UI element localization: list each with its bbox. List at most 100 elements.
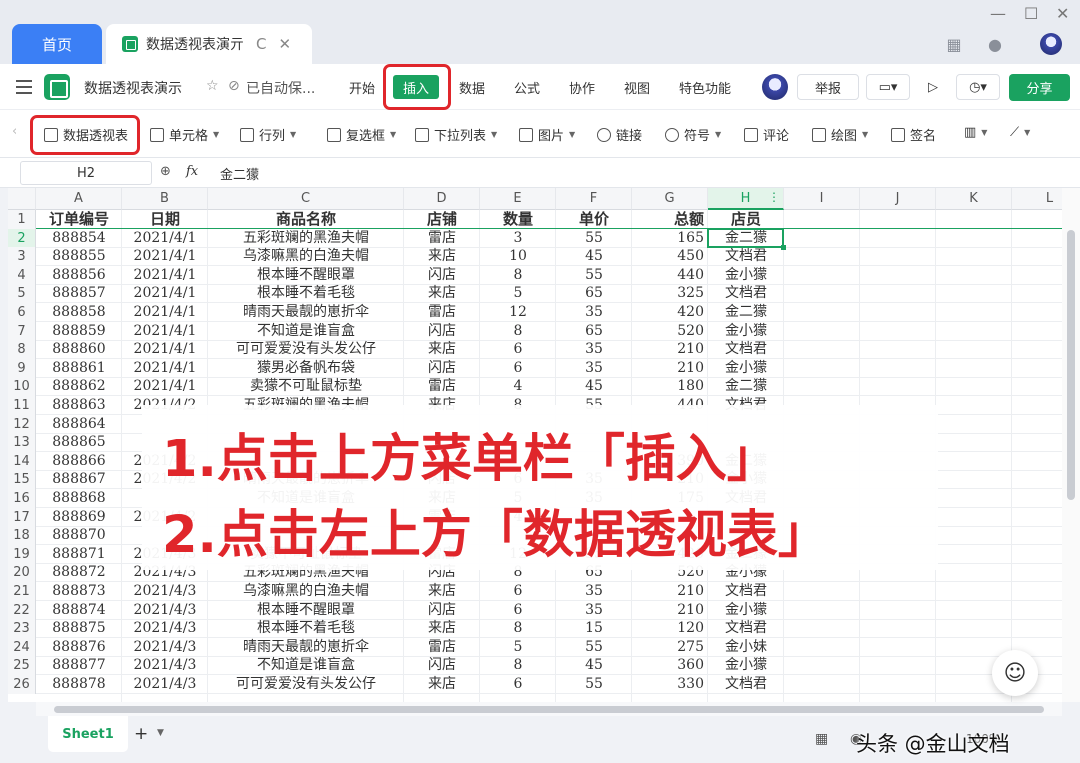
row-header[interactable]: 13 — [8, 433, 36, 453]
draw-button[interactable]: 绘图 ▼ — [812, 125, 868, 144]
table-cell[interactable]: 888874 — [36, 601, 122, 620]
table-cell[interactable]: 2021/4/1 — [122, 303, 208, 322]
table-cell[interactable]: 獴男必备帆布袋 — [208, 359, 404, 378]
star-icon[interactable]: ☆ — [206, 78, 219, 94]
table-cell[interactable]: 6 — [480, 359, 556, 378]
vertical-scrollbar[interactable] — [1062, 188, 1080, 702]
collaborator-avatar[interactable] — [762, 74, 788, 100]
table-cell[interactable]: 10 — [480, 247, 556, 266]
table-cell[interactable]: 闪店 — [404, 601, 480, 620]
row-header[interactable]: 18 — [8, 526, 36, 546]
column-title-cell[interactable]: 商品名称 — [208, 210, 404, 229]
signature-button[interactable]: 签名 — [891, 125, 936, 144]
table-cell[interactable]: 来店 — [404, 340, 480, 359]
table-cell[interactable]: 2021/4/1 — [122, 284, 208, 303]
table-cell[interactable]: 可可爱爱没有头发公仔 — [208, 675, 404, 694]
table-cell[interactable]: 根本睡不醒眼罩 — [208, 601, 404, 620]
table-cell[interactable]: 45 — [556, 247, 632, 266]
scroll-left-icon[interactable]: ‹ — [12, 124, 17, 139]
column-title-cell[interactable]: 店铺 — [404, 210, 480, 229]
row-header[interactable]: 14 — [8, 451, 36, 471]
zoom-search-icon[interactable]: ⊕ — [160, 164, 171, 179]
table-cell[interactable]: 8 — [480, 266, 556, 285]
comment-button[interactable]: 评论 — [744, 125, 789, 144]
table-cell[interactable]: 金小獴 — [708, 266, 784, 285]
row-header[interactable]: 16 — [8, 489, 36, 508]
table-cell[interactable]: 3 — [480, 229, 556, 248]
table-cell[interactable]: 文档君 — [708, 284, 784, 303]
table-cell[interactable]: 888855 — [36, 247, 122, 266]
table-cell[interactable]: 2021/4/3 — [122, 656, 208, 675]
row-header[interactable]: 6 — [8, 303, 36, 322]
image-button[interactable]: 图片 ▼ — [519, 125, 575, 144]
chat-icon[interactable]: ● — [985, 34, 1005, 54]
table-cell[interactable]: 888864 — [36, 415, 122, 434]
table-cell[interactable]: 35 — [556, 359, 632, 378]
table-cell[interactable]: 不知道是谁盲盒 — [208, 322, 404, 341]
table-cell[interactable]: 2021/4/1 — [122, 377, 208, 396]
table-cell[interactable]: 325 — [632, 284, 708, 303]
column-title-cell[interactable]: 日期 — [122, 210, 208, 229]
column-title-cell[interactable]: 数量 — [480, 210, 556, 229]
vertical-scroll-thumb[interactable] — [1067, 230, 1075, 500]
table-cell[interactable]: 888866 — [36, 452, 122, 471]
assistant-mascot-icon[interactable]: ☺ — [992, 650, 1038, 696]
tab-start[interactable]: 开始 — [349, 78, 375, 97]
share-button[interactable]: 分享 — [1009, 74, 1070, 101]
comment-icon[interactable]: ▭▾ — [866, 74, 910, 100]
column-header-l[interactable]: L — [1012, 188, 1062, 210]
history-icon[interactable]: ◷▾ — [956, 74, 1000, 100]
table-cell[interactable]: 888878 — [36, 675, 122, 694]
tab-data[interactable]: 数据 — [459, 78, 485, 97]
column-header-f[interactable]: F — [556, 188, 632, 210]
table-cell[interactable]: 根本睡不着毛毯 — [208, 284, 404, 303]
table-cell[interactable]: 乌漆嘛黑的白渔夫帽 — [208, 247, 404, 266]
table-cell[interactable]: 2021/4/1 — [122, 247, 208, 266]
table-cell[interactable]: 360 — [632, 656, 708, 675]
tab-features[interactable]: 特色功能 — [679, 78, 731, 97]
table-cell[interactable]: 晴雨天最靓的崽折伞 — [208, 303, 404, 322]
maximize-icon[interactable]: ☐ — [1024, 4, 1038, 23]
column-header-i[interactable]: I — [784, 188, 860, 210]
table-cell[interactable]: 165 — [632, 229, 708, 248]
row-header[interactable]: 19 — [8, 544, 36, 564]
table-cell[interactable]: 文档君 — [708, 582, 784, 601]
table-cell[interactable]: 闪店 — [404, 359, 480, 378]
row-header[interactable]: 5 — [8, 284, 36, 304]
view-mode-icon[interactable]: ▦ — [815, 731, 828, 747]
table-cell[interactable]: 888861 — [36, 359, 122, 378]
row-header[interactable]: 24 — [8, 637, 36, 657]
table-cell[interactable]: 210 — [632, 340, 708, 359]
name-box[interactable]: H2 — [20, 161, 152, 185]
chart-button[interactable]: ▥ ▼ — [964, 125, 987, 140]
table-cell[interactable]: 35 — [556, 303, 632, 322]
table-cell[interactable]: 6 — [480, 582, 556, 601]
table-cell[interactable]: 210 — [632, 359, 708, 378]
row-header[interactable]: 17 — [8, 507, 36, 527]
row-header[interactable]: 7 — [8, 321, 36, 341]
table-cell[interactable]: 6 — [480, 675, 556, 694]
add-sheet-icon[interactable]: + — [134, 724, 148, 744]
table-cell[interactable]: 888876 — [36, 638, 122, 657]
table-cell[interactable]: 65 — [556, 322, 632, 341]
column-title-cell[interactable]: 总额 — [632, 210, 708, 229]
table-cell[interactable]: 雷店 — [404, 229, 480, 248]
tab-formula[interactable]: 公式 — [514, 78, 540, 97]
table-cell[interactable]: 根本睡不醒眼罩 — [208, 266, 404, 285]
table-cell[interactable]: 金小獴 — [708, 601, 784, 620]
minimize-icon[interactable]: — — [990, 4, 1006, 23]
row-header[interactable]: 20 — [8, 563, 36, 583]
tab-collab[interactable]: 协作 — [569, 78, 595, 97]
column-title-cell[interactable]: 店员 — [708, 210, 784, 229]
table-cell[interactable]: 35 — [556, 582, 632, 601]
table-cell[interactable]: 210 — [632, 582, 708, 601]
cell-button[interactable]: 单元格 ▼ — [150, 125, 219, 144]
present-icon[interactable]: ▷ — [916, 74, 950, 100]
column-menu-icon[interactable]: ⋮ — [768, 190, 780, 204]
row-header[interactable]: 3 — [8, 247, 36, 267]
tab-view[interactable]: 视图 — [624, 78, 650, 97]
table-cell[interactable]: 450 — [632, 247, 708, 266]
table-cell[interactable]: 文档君 — [708, 675, 784, 694]
table-cell[interactable]: 55 — [556, 229, 632, 248]
symbol-button[interactable]: 符号 ▼ — [665, 125, 721, 144]
